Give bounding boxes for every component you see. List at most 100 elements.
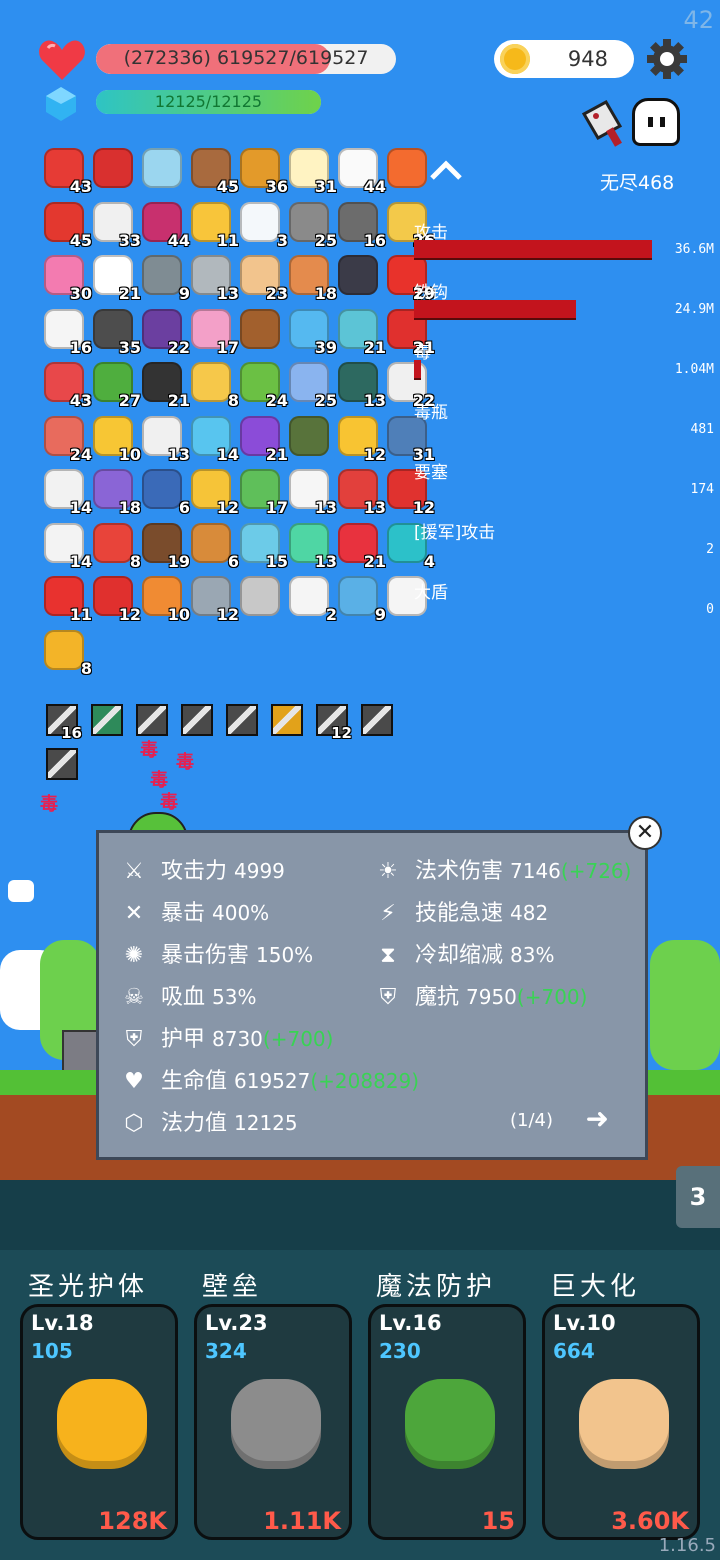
leaf-icon[interactable]: 27 <box>93 362 141 410</box>
disc-icon[interactable]: 13 <box>338 362 386 410</box>
magnifier-icon[interactable] <box>142 148 182 188</box>
ghost-icon[interactable] <box>632 98 680 146</box>
star-card-icon[interactable]: 39 <box>289 308 337 357</box>
wand-icon[interactable]: 10 <box>93 415 141 464</box>
gear-icon[interactable] <box>646 38 688 80</box>
elephant-icon[interactable]: 12 <box>191 576 239 624</box>
item-count: 31 <box>314 177 337 196</box>
watermelon-icon[interactable]: 43 <box>44 362 92 410</box>
coconut-icon[interactable]: 19 <box>142 522 190 571</box>
cards-icon[interactable]: 16 <box>44 308 92 357</box>
stat-value: 7950 <box>466 985 517 1009</box>
stat-label: 暴击 <box>161 901 212 926</box>
skill-value: 105 <box>31 1339 73 1363</box>
meat-icon[interactable]: 24 <box>44 415 92 464</box>
blade-icon[interactable]: 12 <box>316 704 352 742</box>
blade-icon[interactable]: 16 <box>46 704 82 742</box>
cloud-icon[interactable]: 3 <box>240 201 288 250</box>
item-count: 3 <box>276 230 288 250</box>
icecream-icon[interactable]: 17 <box>191 308 239 357</box>
heart-item-icon[interactable]: 21 <box>338 522 386 571</box>
herb-icon[interactable] <box>46 748 78 780</box>
sword-icon[interactable]: 25 <box>289 201 337 250</box>
cauldron-icon[interactable]: 21 <box>142 362 190 410</box>
skill-card[interactable]: Lv.18 105 128K <box>20 1304 178 1540</box>
money-icon[interactable]: 17 <box>240 469 288 517</box>
dice-icon[interactable]: 14 <box>44 522 92 571</box>
box-icon[interactable]: 22 <box>142 308 190 357</box>
skill-card[interactable]: Lv.10 664 3.60K <box>542 1304 700 1540</box>
frog-icon[interactable]: 24 <box>240 362 288 410</box>
skill-card[interactable]: Lv.16 230 15 <box>368 1304 526 1540</box>
meteor-icon[interactable]: 16 <box>338 201 386 250</box>
crown-gold-icon[interactable]: 12 <box>191 469 239 517</box>
speech-icon[interactable]: 2 <box>289 576 337 624</box>
skill-cost: 128K <box>98 1507 167 1535</box>
spirit-icon[interactable]: 13 <box>289 522 337 571</box>
gift-icon[interactable]: 8 <box>93 522 141 571</box>
flag-icon[interactable]: 18 <box>289 255 337 303</box>
capsule-icon[interactable]: 25 <box>289 362 337 410</box>
shield-purple-icon[interactable]: 18 <box>93 469 141 517</box>
necklace-icon[interactable] <box>240 576 280 616</box>
stat-row: ☠ 吸血 53% <box>119 979 256 1011</box>
scroll-orange-icon[interactable]: 10 <box>142 576 190 624</box>
coin-counter: 948 <box>494 40 634 78</box>
orb-icon[interactable]: 21 <box>240 415 288 464</box>
compass-icon[interactable]: 9 <box>142 255 190 303</box>
pill-icon[interactable]: 33 <box>93 201 141 250</box>
syringe-icon[interactable]: 15 <box>240 522 288 571</box>
coins-stack-icon[interactable]: 8 <box>44 629 92 678</box>
collapse-chevron-icon[interactable] <box>428 152 464 188</box>
bow-icon[interactable]: 6 <box>191 522 239 571</box>
grenade-icon[interactable] <box>289 415 329 456</box>
blade-dark-icon[interactable] <box>226 704 258 736</box>
heart-break-icon[interactable]: 12 <box>93 576 141 624</box>
bookmark-icon[interactable]: 11 <box>44 576 92 624</box>
next-page-arrow-icon[interactable]: ➜ <box>586 1102 609 1135</box>
cloud-white-icon[interactable]: 21 <box>93 255 141 303</box>
bat-icon[interactable] <box>338 255 378 295</box>
magnet-icon[interactable] <box>93 148 133 188</box>
sunflower-icon[interactable]: 12 <box>338 415 386 464</box>
item-count: 13 <box>167 444 190 464</box>
target-icon[interactable]: 9 <box>338 576 386 624</box>
bulb-icon[interactable]: 13 <box>289 469 337 517</box>
helmet-icon[interactable]: 35 <box>93 308 141 357</box>
potion-icon[interactable]: 30 <box>44 255 92 303</box>
mustache-icon[interactable]: 6 <box>142 469 190 517</box>
skill-panel-strip <box>0 1180 720 1250</box>
paper-icon[interactable]: 21 <box>338 308 386 357</box>
skill-card[interactable]: Lv.23 324 1.11K <box>194 1304 352 1540</box>
sock-icon[interactable]: 45 <box>44 201 92 250</box>
armor-gold-icon[interactable] <box>271 704 303 736</box>
envelope-icon[interactable]: 14 <box>44 469 92 517</box>
block-icon[interactable] <box>361 704 393 736</box>
sun-cloud-icon[interactable]: 11 <box>191 201 239 250</box>
close-button[interactable]: ✕ <box>628 816 662 850</box>
shield-round-icon[interactable]: 45 <box>191 148 239 196</box>
glow-icon[interactable] <box>91 704 123 736</box>
item-count: 24 <box>265 391 288 410</box>
jam-icon[interactable]: 44 <box>142 201 190 250</box>
egg-icon[interactable]: 31 <box>289 148 337 196</box>
crown-icon[interactable] <box>387 148 427 188</box>
chat-bubble-icon[interactable]: 14 <box>191 415 239 464</box>
ring-icon[interactable]: 8 <box>191 362 239 410</box>
glove-icon[interactable]: 23 <box>240 255 288 303</box>
flower-icon[interactable]: 44 <box>338 148 386 196</box>
mace-icon[interactable]: 13 <box>191 255 239 303</box>
stat-row: ⬡ 法力值 12125 <box>119 1105 297 1137</box>
damage-stat-bar <box>414 300 576 318</box>
thermometer-icon[interactable]: 13 <box>142 415 190 464</box>
cleaver-icon[interactable] <box>576 96 630 150</box>
blade-icon[interactable] <box>181 704 213 736</box>
apple-icon[interactable]: 43 <box>44 148 92 196</box>
chest-icon[interactable] <box>240 308 280 349</box>
blade-icon[interactable] <box>136 704 168 736</box>
side-tab[interactable]: 3 <box>676 1166 720 1228</box>
stat-label: 攻击力 <box>161 859 234 884</box>
banner-icon[interactable]: 13 <box>338 469 386 517</box>
holy-light-icon <box>57 1379 147 1469</box>
book-icon[interactable]: 36 <box>240 148 288 196</box>
